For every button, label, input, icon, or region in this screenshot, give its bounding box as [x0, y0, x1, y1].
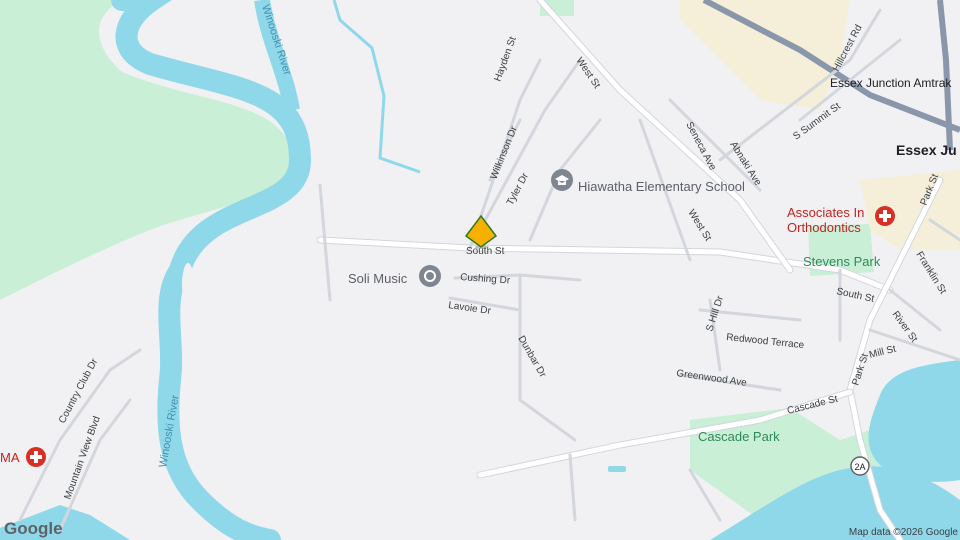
winooski-river-south [157, 259, 281, 540]
map-canvas[interactable]: 2A Winooski River Winooski River Hayden … [0, 0, 960, 540]
street-label-franklin: Franklin St [913, 250, 948, 297]
google-logo: Google [4, 519, 63, 538]
cascade-park-label[interactable]: Cascade Park [698, 429, 780, 444]
map-svg: 2A Winooski River Winooski River Hayden … [0, 0, 960, 540]
rail-line-east [937, 0, 953, 151]
soli-music-label: Soli Music [348, 271, 408, 286]
essex-junction-amtrak-label[interactable]: Essex Junction Amtrak [830, 76, 952, 90]
music-venue-icon [419, 265, 441, 287]
ma-clinic-label: MA [0, 450, 20, 465]
stream-north [332, 0, 421, 174]
street-label-cushing: Cushing Dr [460, 272, 511, 287]
street-label-greenwood: Greenwood Ave [676, 368, 748, 389]
street-label-redwood: Redwood Terrace [726, 332, 805, 351]
soli-music-poi[interactable]: Soli Music [348, 265, 441, 287]
street-label-mill: Mill St [868, 344, 897, 361]
associates-label-line1: Associates In [787, 205, 864, 220]
associates-label-line2: Orthodontics [787, 220, 861, 235]
essex-junction-town-label: Essex Ju [896, 142, 957, 158]
park-area-west [0, 0, 292, 300]
street-label-hayden: Hayden St [492, 35, 518, 83]
street-label-wilkinson: Wilkinson Dr [489, 124, 520, 181]
river-island [182, 263, 194, 307]
stevens-park-label[interactable]: Stevens Park [803, 254, 881, 269]
street-label-west-south: West St [685, 208, 713, 244]
map-attribution[interactable]: Map data ©2026 Google [849, 527, 959, 538]
route-shield-label: 2A [854, 462, 865, 472]
pond [608, 466, 626, 472]
ma-clinic-poi[interactable]: MA [0, 447, 46, 467]
hiawatha-elementary-poi[interactable]: Hiawatha Elementary School [551, 169, 745, 194]
urban-zone-north [680, 0, 850, 110]
hiawatha-label: Hiawatha Elementary School [578, 179, 745, 194]
street-label-cascade-st: Cascade St [786, 394, 839, 417]
river-east [868, 360, 960, 482]
